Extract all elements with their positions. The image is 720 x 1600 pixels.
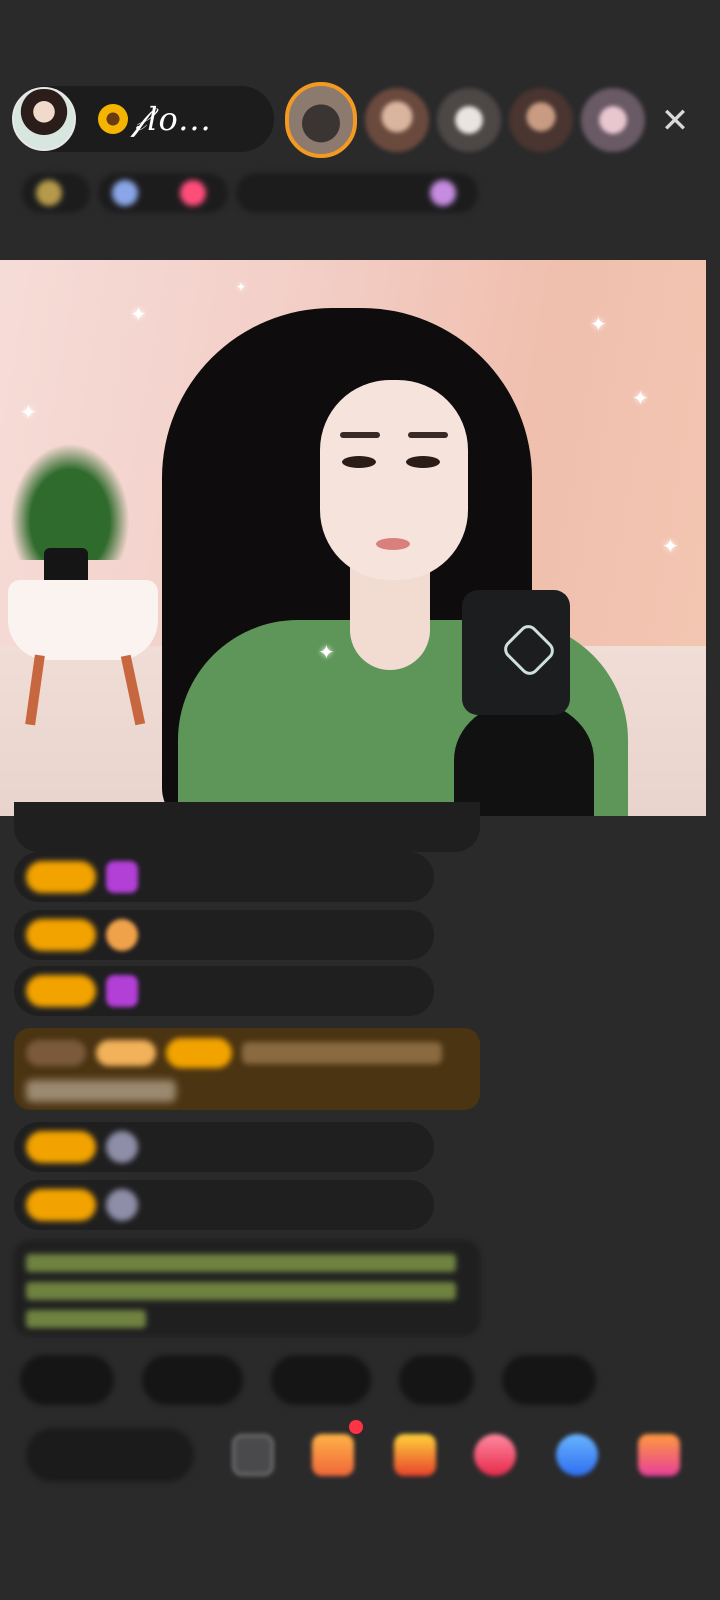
gem-icon xyxy=(106,861,138,893)
chat-message xyxy=(14,910,434,960)
host-avatar[interactable] xyxy=(12,87,76,151)
sparkle-icon: ✦ xyxy=(590,312,607,336)
top-viewers xyxy=(285,82,645,158)
gift-message-text xyxy=(26,1080,176,1102)
chat-message xyxy=(14,1122,434,1172)
quick-reply-chip[interactable] xyxy=(502,1355,597,1405)
level-badge xyxy=(26,1189,96,1221)
gift-box-icon[interactable] xyxy=(312,1434,354,1476)
video-mic-mount xyxy=(454,700,594,816)
gem-icon xyxy=(106,1131,138,1163)
viewer-avatar[interactable] xyxy=(437,88,501,152)
chat-message xyxy=(14,852,434,902)
chat-message xyxy=(14,802,480,852)
viewer-avatar[interactable] xyxy=(509,88,573,152)
gem-icon xyxy=(106,975,138,1007)
viewer-avatar[interactable] xyxy=(365,88,429,152)
video-eye xyxy=(406,456,440,468)
level-badge xyxy=(26,975,96,1007)
video-stool xyxy=(8,580,158,660)
room-tag[interactable] xyxy=(236,173,478,213)
quick-reply-row xyxy=(20,1355,597,1405)
share-icon[interactable] xyxy=(556,1434,598,1476)
video-eye xyxy=(342,456,376,468)
sparkle-icon: ✦ xyxy=(20,400,37,424)
sparkle-icon: ✦ xyxy=(662,534,679,558)
viewer-avatar-top[interactable] xyxy=(285,82,357,158)
video-lips xyxy=(376,538,410,550)
quick-reply-chip[interactable] xyxy=(142,1355,243,1405)
video-plant xyxy=(0,430,140,560)
sparkle-icon: ✦ xyxy=(632,386,649,410)
more-icon[interactable] xyxy=(638,1434,680,1476)
sparkle-icon: ✦ xyxy=(130,302,147,326)
close-icon[interactable]: ✕ xyxy=(656,102,694,140)
room-tag[interactable] xyxy=(97,173,229,213)
level-badge xyxy=(26,919,96,951)
sunflower-icon xyxy=(98,103,128,134)
level-badge xyxy=(26,1131,96,1163)
gift-message xyxy=(14,1028,480,1110)
level-badge xyxy=(26,861,96,893)
gem-icon xyxy=(106,1189,138,1221)
sparkle-icon: ✦ xyxy=(318,640,335,664)
sparkle-icon: ✦ xyxy=(236,280,247,294)
gift-message-header xyxy=(26,1038,468,1068)
gift-icon[interactable] xyxy=(394,1434,436,1476)
quick-reply-chip[interactable] xyxy=(20,1355,115,1405)
viewer-avatar[interactable] xyxy=(581,88,645,152)
quick-reply-chip[interactable] xyxy=(270,1355,372,1405)
live-video[interactable]: ✦ ✦ ✦ ✦ ✦ ✦ ✦ xyxy=(0,260,706,816)
video-streamer-face xyxy=(320,380,468,580)
emoji-icon[interactable] xyxy=(232,1434,274,1476)
heart-icon[interactable] xyxy=(474,1434,516,1476)
gem-icon xyxy=(106,919,138,951)
notification-dot xyxy=(349,1420,363,1434)
host-name: 𝒻lo... xyxy=(98,100,212,139)
chat-message xyxy=(14,1180,434,1230)
quick-reply-chip[interactable] xyxy=(399,1355,475,1405)
video-brow xyxy=(408,432,448,438)
system-notice xyxy=(14,1240,480,1336)
host-info-pill[interactable]: 𝒻lo... xyxy=(12,86,274,152)
video-brow xyxy=(340,432,380,438)
room-tags-strip xyxy=(22,168,688,218)
chat-input[interactable] xyxy=(26,1428,194,1482)
room-tag[interactable] xyxy=(22,173,90,213)
chat-message xyxy=(14,966,434,1016)
